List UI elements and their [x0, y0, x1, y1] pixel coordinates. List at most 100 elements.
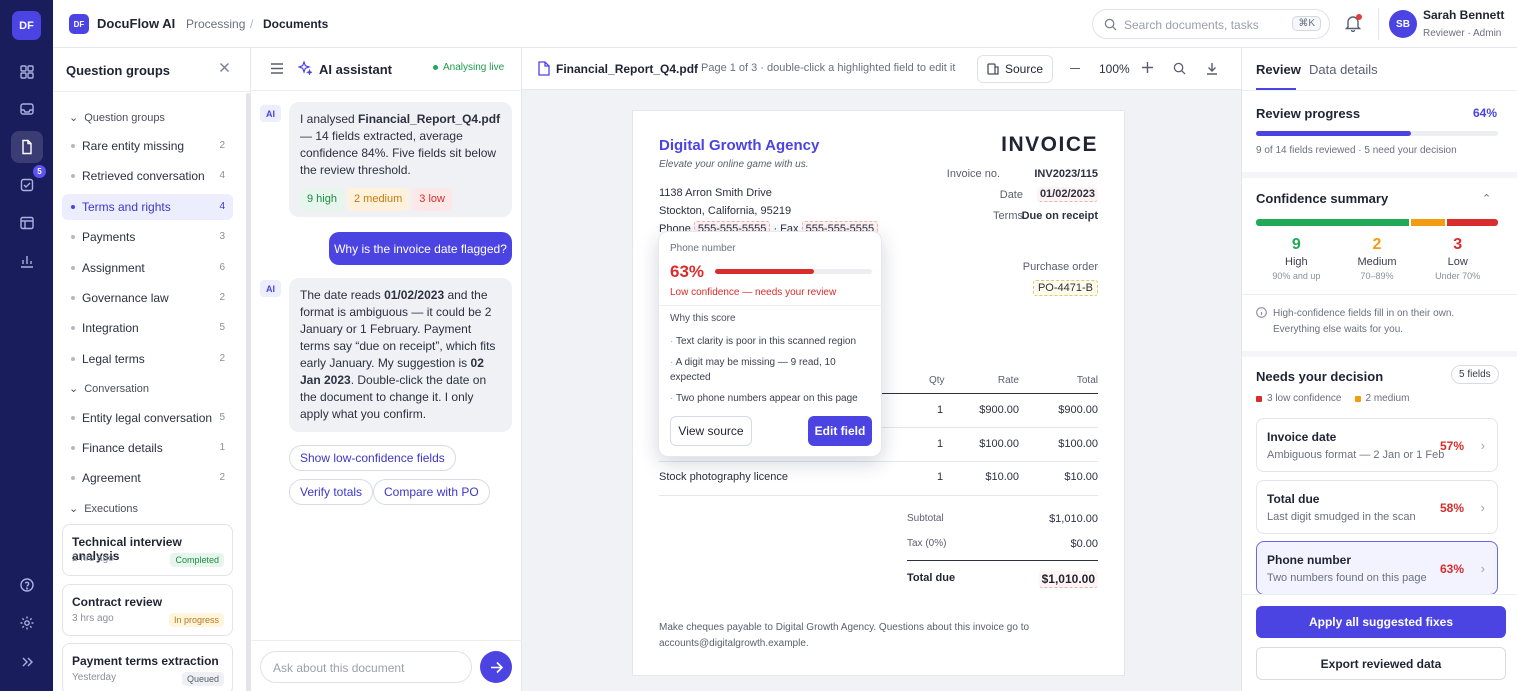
show-low-confidence-chip[interactable]: Show low-confidence fields — [289, 445, 456, 471]
zoom-in-icon[interactable] — [1142, 62, 1153, 73]
item-label: Terms and rights — [82, 200, 171, 214]
verify-totals-chip[interactable]: Verify totals — [289, 479, 374, 505]
rail-logo[interactable]: DF — [12, 11, 41, 40]
decision-card-total-due[interactable]: Total due Last digit smudged in the scan 5… — [1256, 480, 1498, 534]
user-avatar[interactable]: SB — [1389, 10, 1417, 38]
tasks-icon[interactable]: 5 — [11, 165, 46, 201]
layout-icon[interactable] — [11, 207, 43, 239]
info-icon — [1256, 307, 1267, 318]
inbox-icon[interactable] — [11, 93, 43, 125]
settings-icon[interactable] — [11, 607, 43, 639]
close-icon[interactable] — [219, 62, 230, 73]
help-icon[interactable] — [11, 569, 43, 601]
confidence-status: Low confidence — needs your review — [670, 287, 837, 298]
chevron-down-icon: ⌄ — [69, 503, 79, 515]
question-group-item[interactable]: Retrieved conversation 4 — [62, 163, 233, 189]
panel-title: AI assistant — [319, 62, 392, 77]
tab-review[interactable]: Review — [1256, 62, 1301, 77]
question-group-item[interactable]: Legal terms 2 — [62, 346, 233, 372]
edit-field-button[interactable]: Edit field — [808, 416, 872, 446]
notifications-bell-icon[interactable] — [1345, 14, 1362, 32]
chevron-up-icon[interactable]: ⌃ — [1482, 192, 1491, 205]
question-group-item[interactable]: Assignment 6 — [62, 255, 233, 281]
execution-card[interactable]: Contract review 3 hrs ago In progress — [62, 584, 233, 636]
decision-card-invoice-date[interactable]: Invoice date Ambiguous format — 2 Jan or … — [1256, 418, 1498, 472]
chevron-down-icon: ⌄ — [69, 112, 79, 124]
item-label: Integration — [82, 321, 139, 335]
question-group-item[interactable]: Agreement 2 — [62, 465, 233, 491]
search-icon[interactable] — [1173, 62, 1186, 75]
question-group-item[interactable]: Finance details 1 — [62, 435, 233, 461]
date-reference: 01/02/2023 — [384, 288, 445, 302]
reason-text: Text clarity is poor in this scanned reg… — [675, 336, 857, 347]
question-group-item[interactable]: Entity legal conversation 5 — [62, 405, 233, 431]
send-button[interactable] — [480, 651, 512, 683]
why-title: Why this score — [670, 313, 736, 324]
section-label: Executions — [84, 502, 139, 515]
needs-decision-title: Needs your decision — [1256, 369, 1384, 384]
download-icon[interactable] — [1206, 62, 1218, 75]
total-due-label: Total due — [907, 572, 956, 584]
expand-icon[interactable] — [11, 646, 43, 678]
documents-icon[interactable] — [11, 131, 43, 163]
execution-card[interactable]: Payment terms extraction Yesterday Queued — [62, 643, 233, 691]
item-count: 6 — [219, 262, 225, 273]
dashboard-icon[interactable] — [11, 56, 43, 88]
decision-score: 57% — [1439, 439, 1464, 453]
input-placeholder: Ask about this document — [273, 661, 405, 675]
reason-item: · Two phone numbers appear on this page — [670, 393, 858, 404]
decision-card-phone-number[interactable]: Phone number Two numbers found on this pa… — [1256, 541, 1498, 595]
tasks-badge: 5 — [33, 165, 46, 178]
question-group-item[interactable]: Rare entity missing 2 — [62, 133, 233, 159]
invoice-no-label: Invoice no. — [946, 168, 1000, 180]
decision-title: Invoice date — [1267, 430, 1337, 444]
subtotal-label: Subtotal — [907, 513, 944, 524]
menu-icon[interactable] — [271, 63, 283, 74]
confidence-fill — [715, 269, 814, 274]
section-toggle-question-groups[interactable]: ⌄ Question groups — [69, 111, 165, 125]
question-group-item-active[interactable]: Terms and rights 4 — [62, 194, 233, 220]
live-status: Analysing live — [433, 62, 504, 73]
page-info: Page 1 of 3 · double-click a highlighted… — [701, 62, 956, 74]
apply-fixes-button[interactable]: Apply all suggested fixes — [1256, 606, 1506, 638]
invoice-date-field[interactable]: 01/02/2023 — [1036, 187, 1098, 202]
question-group-item[interactable]: Integration 5 — [62, 315, 233, 341]
total-due-field[interactable]: $1,010.00 — [1038, 571, 1098, 588]
row-rate: $100.00 — [979, 438, 1019, 450]
view-source-button[interactable]: View source — [670, 416, 752, 446]
review-progress-title: Review progress — [1256, 106, 1361, 121]
tab-data-details[interactable]: Data details — [1309, 62, 1378, 77]
analytics-icon[interactable] — [11, 245, 43, 277]
confidence-score: 63% — [670, 262, 705, 281]
item-count: 5 — [219, 322, 225, 333]
medium-label: Medium — [1357, 256, 1397, 268]
medium-confidence-pill[interactable]: 2 medium — [346, 188, 410, 211]
low-label: Low — [1447, 256, 1468, 268]
confidence-counts: 9 High 90% and up 2 Medium 70–89% 3 Low Under … — [1256, 236, 1498, 281]
source-button[interactable]: Source — [977, 55, 1053, 83]
execution-card[interactable]: Technical interview analysis 2 hrs ago Com… — [62, 524, 233, 576]
ai-message: I analysed Financial_Report_Q4.pdf — 14 … — [289, 102, 512, 217]
breadcrumb-processing[interactable]: Processing — [186, 17, 245, 31]
export-button[interactable]: Export reviewed data — [1256, 647, 1506, 680]
low-confidence-pill[interactable]: 3 low — [412, 188, 452, 211]
high-confidence-pill[interactable]: 9 high — [300, 188, 344, 211]
invoice-footer: Make cheques payable to Digital Growth A… — [659, 622, 1030, 649]
invoice-no-field[interactable]: INV2023/115 — [1034, 168, 1098, 180]
po-field[interactable]: PO-4471-B — [1032, 280, 1098, 296]
live-status-label: Analysing live — [443, 62, 505, 73]
user-message: Why is the invoice date flagged? — [329, 232, 512, 265]
question-group-item[interactable]: Governance law 2 — [62, 285, 233, 311]
section-toggle-executions[interactable]: ⌄ Executions — [69, 502, 139, 516]
item-label: Finance details — [82, 441, 163, 455]
terms-field[interactable]: Due on receipt — [1022, 210, 1098, 222]
row-rate: $900.00 — [979, 404, 1019, 416]
section-toggle-conversation[interactable]: ⌄ Conversation — [69, 382, 149, 396]
scrollbar[interactable] — [246, 93, 250, 691]
ai-chat-input[interactable]: Ask about this document — [260, 651, 472, 683]
question-group-item[interactable]: Payments 3 — [62, 224, 233, 250]
breadcrumb-documents[interactable]: Documents — [263, 17, 328, 31]
compare-po-chip[interactable]: Compare with PO — [373, 479, 490, 505]
search-input[interactable]: Search documents, tasks ⌘K — [1092, 9, 1330, 39]
zoom-out-icon[interactable] — [1070, 68, 1080, 70]
